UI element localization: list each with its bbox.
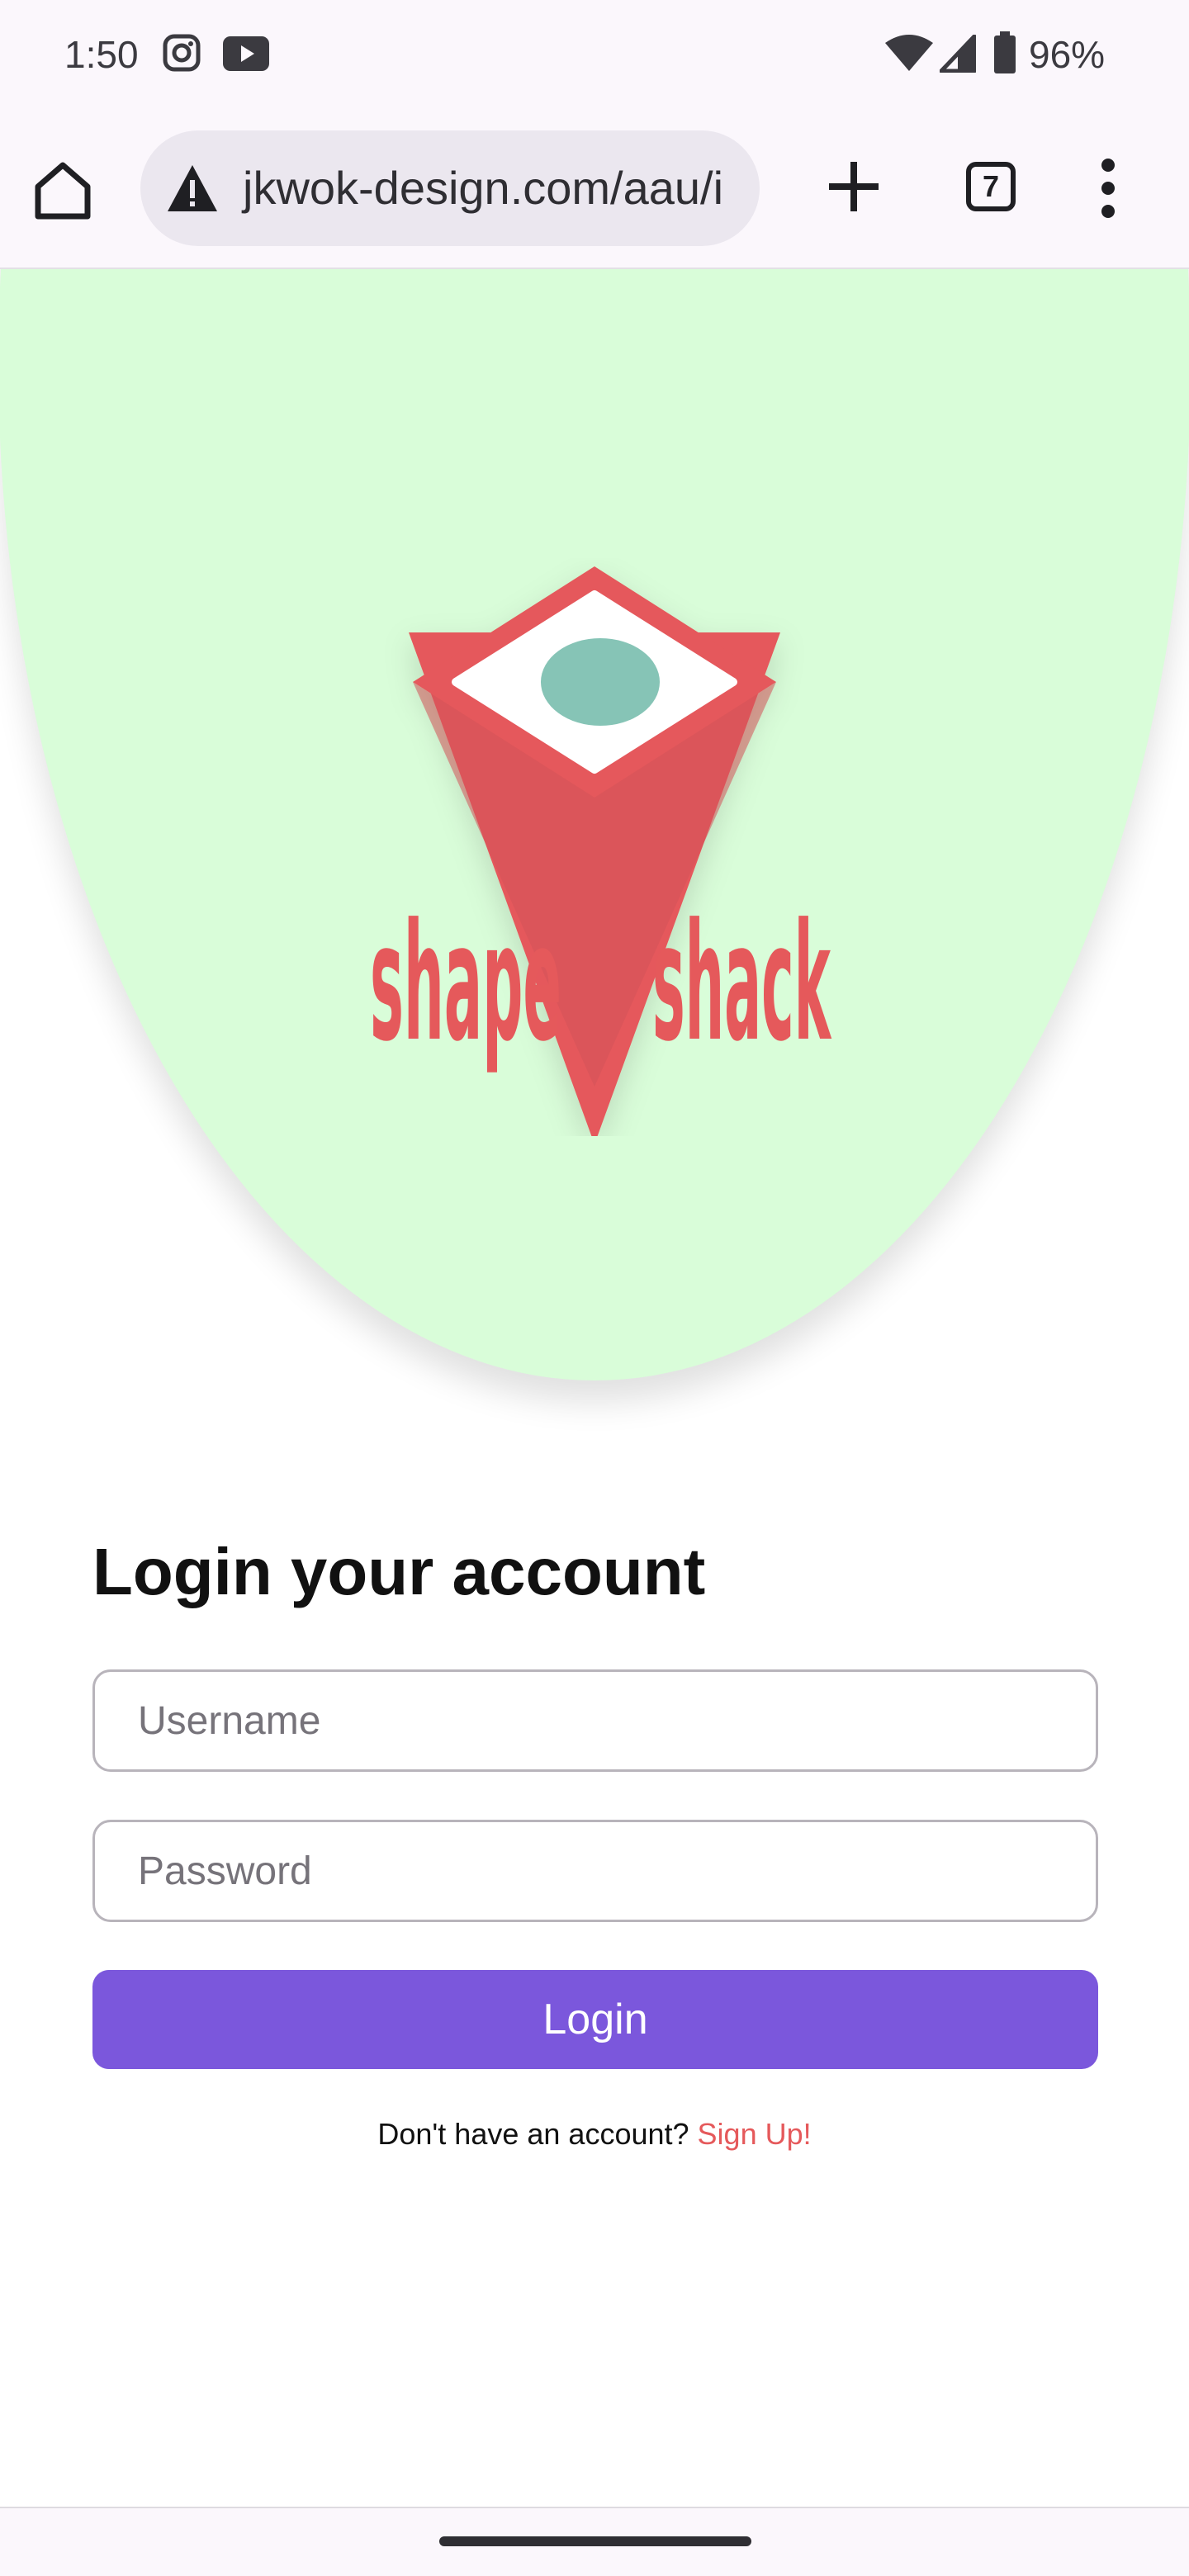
logo-word-shack: shack (652, 889, 832, 1077)
wifi-icon (885, 35, 933, 71)
status-bar: 1:50 96% (0, 0, 1189, 109)
url-text[interactable]: jkwok-design.com/aau/i (243, 160, 723, 216)
url-bar[interactable]: jkwok-design.com/aau/i (140, 130, 760, 246)
shape-shack-logo: shape shack (370, 566, 832, 1136)
battery-percentage: 96% (1029, 33, 1106, 76)
signup-prompt: Don't have an account? (377, 2117, 698, 2151)
login-button[interactable]: Login (92, 1970, 1098, 2069)
login-title: Login your account (92, 1535, 706, 1608)
home-gesture-bar[interactable] (439, 2536, 751, 2546)
warning-icon[interactable] (165, 162, 220, 215)
signup-prompt-row: Don't have an account? Sign Up! (0, 2114, 1189, 2155)
home-icon[interactable] (28, 155, 97, 225)
browser-toolbar: jkwok-design.com/aau/i 7 (0, 109, 1189, 269)
hero-section: shape shack (0, 269, 1189, 1458)
status-time: 1:50 (64, 33, 139, 76)
logo-word-shape: shape (370, 889, 561, 1077)
more-vert-icon[interactable] (1088, 155, 1128, 221)
gesture-nav-area (0, 2507, 1189, 2576)
tabs-icon[interactable]: 7 (966, 162, 1016, 211)
instagram-icon (163, 34, 201, 72)
signal-icon (940, 35, 976, 73)
username-input[interactable] (92, 1669, 1098, 1772)
youtube-icon (223, 36, 269, 71)
battery-icon (994, 31, 1016, 73)
signup-link[interactable]: Sign Up! (698, 2117, 812, 2151)
password-input[interactable] (92, 1820, 1098, 1922)
plus-icon[interactable] (822, 155, 885, 218)
